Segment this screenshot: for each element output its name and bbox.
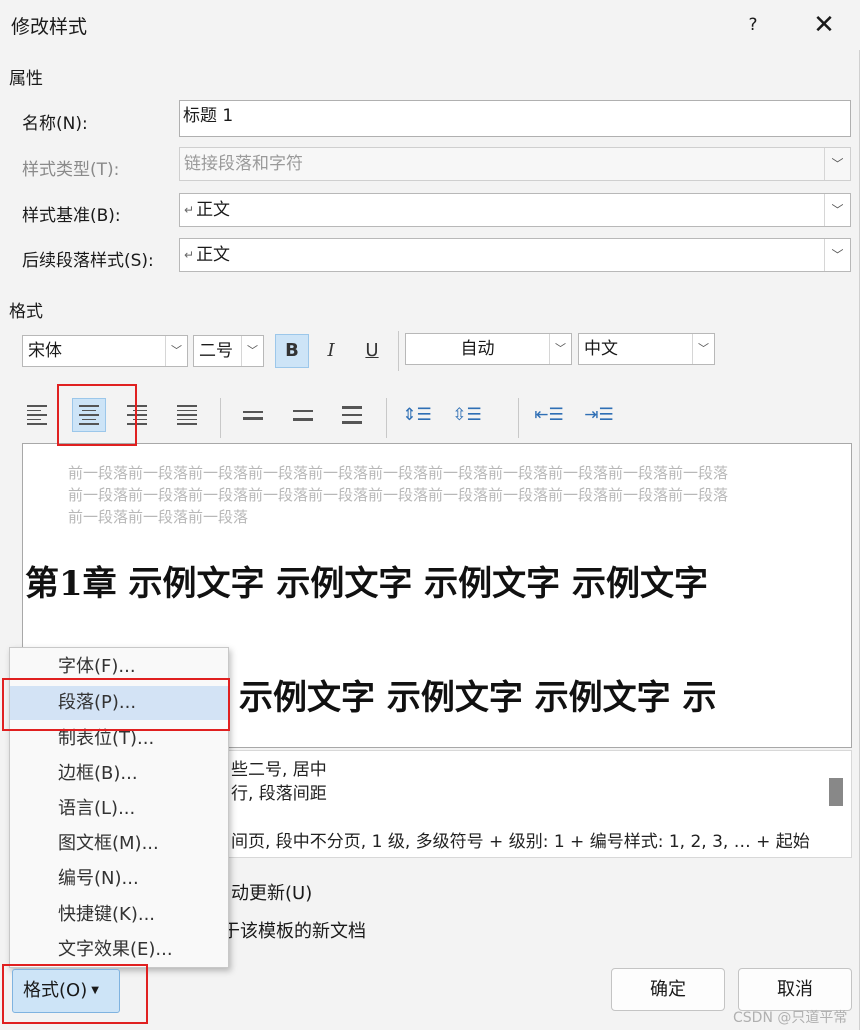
next-style-label: 后续段落样式(S): bbox=[22, 251, 154, 271]
underline-button[interactable]: U bbox=[355, 334, 389, 368]
paragraph-mark-icon: ↵ bbox=[184, 248, 195, 262]
chevron-down-icon[interactable]: ﹀ bbox=[824, 194, 850, 226]
highlight-format-button bbox=[2, 964, 148, 1024]
font-value: 宋体 bbox=[28, 341, 62, 361]
increase-paragraph-spacing-icon[interactable]: ⇕☰ bbox=[400, 398, 434, 432]
decrease-paragraph-spacing-icon[interactable]: ⇳☰ bbox=[450, 398, 484, 432]
description-text: 行, 段落间距 bbox=[231, 784, 327, 804]
name-label: 名称(N): bbox=[22, 114, 88, 134]
previous-paragraph-text: 前一段落前一段落前一段落前一段落前一段落前一段落前一段落前一段落前一段落前一段落… bbox=[68, 486, 729, 504]
style-type-label: 样式类型(T): bbox=[22, 160, 120, 180]
align-justify-icon[interactable] bbox=[170, 398, 204, 432]
chevron-down-icon[interactable]: ﹀ bbox=[549, 334, 571, 364]
align-left-icon[interactable] bbox=[20, 398, 54, 432]
previous-paragraph-text: 前一段落前一段落前一段落 bbox=[68, 508, 249, 526]
menu-item-text-effects[interactable]: 文字效果(E)... bbox=[10, 933, 228, 967]
ok-button[interactable]: 确定 bbox=[611, 968, 725, 1011]
menu-item-border[interactable]: 边框(B)... bbox=[10, 757, 228, 791]
watermark: CSDN @只道平常 bbox=[733, 1010, 848, 1026]
highlight-paragraph-item bbox=[2, 678, 230, 731]
style-based-value: 正文 bbox=[196, 200, 231, 220]
help-button[interactable]: ? bbox=[738, 10, 768, 40]
chevron-down-icon[interactable]: ﹀ bbox=[824, 239, 850, 271]
description-text: 间页, 段中不分页, 1 级, 多级符号 + 级别: 1 + 编号样式: 1, … bbox=[231, 832, 810, 852]
single-spacing-icon[interactable] bbox=[236, 398, 270, 432]
menu-item-numbering[interactable]: 编号(N)... bbox=[10, 862, 228, 896]
script-select[interactable]: 中文 ﹀ bbox=[578, 333, 715, 365]
next-style-select[interactable]: ↵ 正文 ﹀ bbox=[179, 238, 851, 272]
style-type-select: 链接段落和字符 ﹀ bbox=[179, 147, 851, 181]
format-section-label: 格式 bbox=[9, 302, 43, 322]
chevron-down-icon[interactable]: ﹀ bbox=[692, 334, 714, 364]
font-select[interactable]: 宋体 ﹀ bbox=[22, 335, 188, 367]
increase-indent-icon[interactable]: ⇥☰ bbox=[582, 398, 616, 432]
paragraph-mark-icon: ↵ bbox=[184, 203, 195, 217]
toolbar-separator bbox=[398, 331, 399, 371]
auto-update-label[interactable]: 动更新(U) bbox=[231, 879, 312, 905]
toolbar-separator bbox=[518, 398, 519, 438]
script-value: 中文 bbox=[584, 339, 618, 359]
color-select[interactable]: 自动 ﹀ bbox=[405, 333, 572, 365]
size-select[interactable]: 二号 ﹀ bbox=[193, 335, 264, 367]
menu-item-shortcut[interactable]: 快捷键(K)... bbox=[10, 898, 228, 932]
next-style-value: 正文 bbox=[196, 245, 231, 265]
one-half-spacing-icon[interactable] bbox=[286, 398, 320, 432]
toolbar-separator bbox=[386, 398, 387, 438]
menu-item-language[interactable]: 语言(L)... bbox=[10, 792, 228, 826]
title-bar: 修改样式 ? ✕ bbox=[0, 0, 860, 50]
close-button[interactable]: ✕ bbox=[808, 8, 840, 42]
menu-item-frame[interactable]: 图文框(M)... bbox=[10, 827, 228, 861]
style-based-label: 样式基准(B): bbox=[22, 206, 121, 226]
sample-text: 第1章 示例文字 示例文字 示例文字 示例文字 bbox=[25, 564, 709, 604]
style-type-value: 链接段落和字符 bbox=[184, 154, 303, 174]
cancel-button[interactable]: 取消 bbox=[738, 968, 852, 1011]
toolbar-separator bbox=[220, 398, 221, 438]
previous-paragraph-text: 前一段落前一段落前一段落前一段落前一段落前一段落前一段落前一段落前一段落前一段落… bbox=[68, 464, 729, 482]
chevron-down-icon[interactable]: ﹀ bbox=[241, 336, 263, 366]
style-based-select[interactable]: ↵ 正文 ﹀ bbox=[179, 193, 851, 227]
name-input[interactable]: 标题 1 bbox=[179, 100, 851, 137]
new-documents-label[interactable]: 于该模板的新文档 bbox=[222, 917, 366, 943]
description-text: 些二号, 居中 bbox=[231, 760, 327, 780]
highlight-center-align bbox=[57, 384, 137, 446]
color-value: 自动 bbox=[460, 339, 495, 359]
description-scrollbar[interactable] bbox=[829, 778, 843, 806]
dialog-title: 修改样式 bbox=[11, 16, 88, 38]
modify-style-dialog: 修改样式 ? ✕ 属性 名称(N): 标题 1 样式类型(T): 链接段落和字符… bbox=[0, 0, 860, 1030]
sample-text: 示例文字 示例文字 示例文字 示 bbox=[239, 678, 717, 718]
decrease-indent-icon[interactable]: ⇤☰ bbox=[532, 398, 566, 432]
double-spacing-icon[interactable] bbox=[335, 398, 369, 432]
italic-button[interactable]: I bbox=[314, 334, 348, 368]
chevron-down-icon[interactable]: ﹀ bbox=[165, 336, 187, 366]
bold-button[interactable]: B bbox=[275, 334, 309, 368]
properties-section-label: 属性 bbox=[9, 69, 43, 89]
chevron-down-icon: ﹀ bbox=[824, 148, 850, 180]
size-value: 二号 bbox=[199, 341, 233, 361]
